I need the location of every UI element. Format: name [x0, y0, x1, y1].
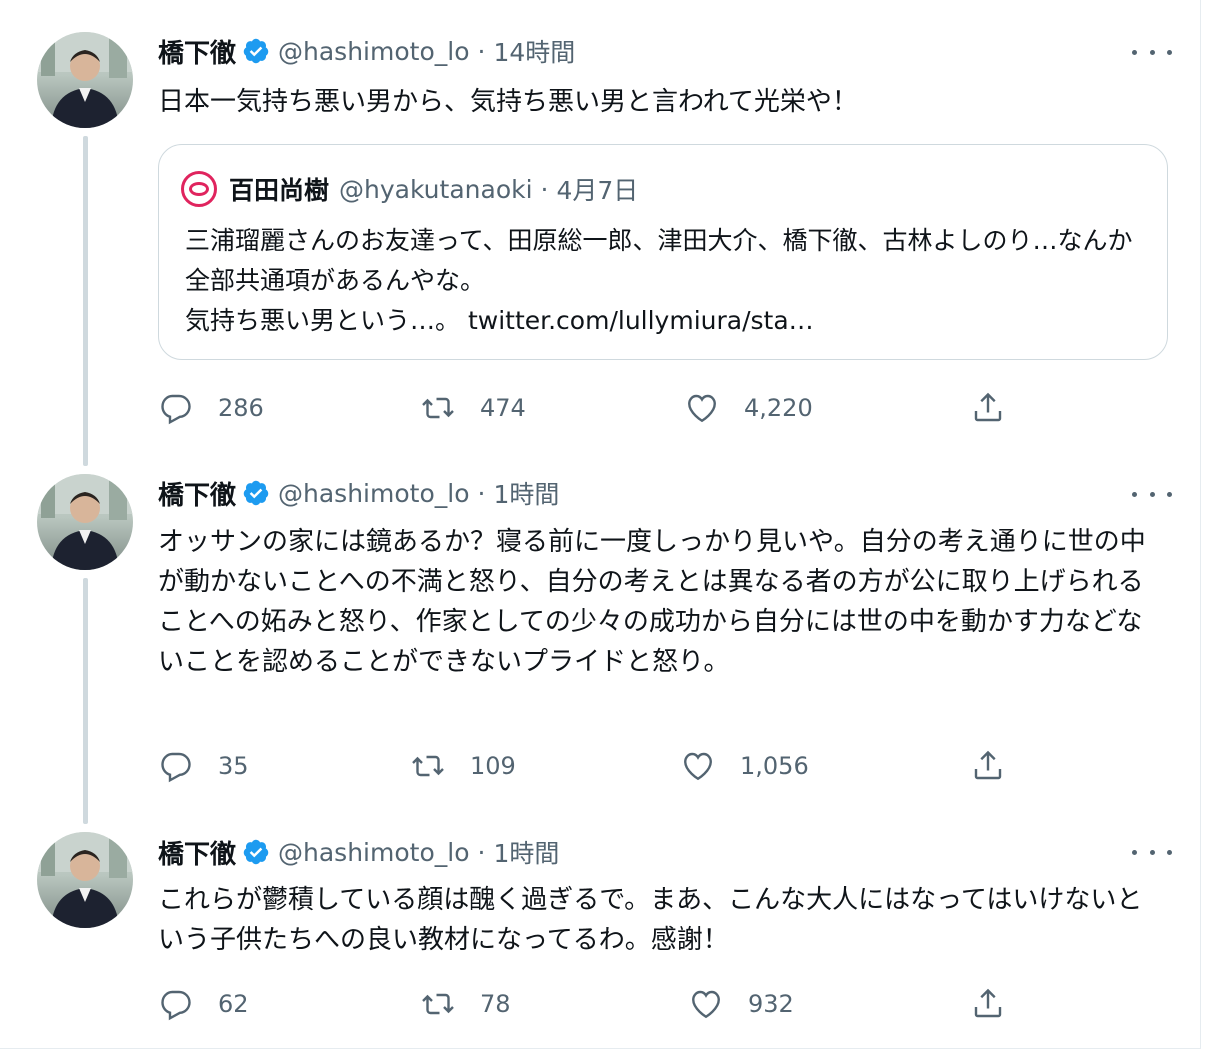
like-icon [688, 394, 716, 423]
share-icon [974, 392, 1002, 422]
author-handle[interactable]: @hashimoto_lo [278, 479, 469, 508]
author-handle[interactable]: @hashimoto_lo [278, 37, 469, 66]
more-icon[interactable] [1132, 842, 1172, 862]
separator: · [477, 837, 486, 867]
more-icon[interactable] [1132, 484, 1172, 504]
quote-avatar [181, 171, 217, 207]
share-button[interactable] [970, 984, 1006, 1024]
retweet-button[interactable]: 78 [420, 984, 511, 1024]
quoted-tweet[interactable]: 百田尚樹 @hyakutanaoki · 4月7日 三浦瑠麗さんのお友達って、田… [158, 144, 1168, 360]
author-name[interactable]: 橋下徹 [158, 834, 236, 871]
reply-icon [161, 394, 191, 425]
timestamp[interactable]: 1時間 [493, 834, 559, 870]
quote-author-handle: @hyakutanaoki [339, 174, 533, 204]
quote-text: 三浦瑠麗さんのお友達って、田原総一郎、津田大介、橋下徹、古林よしのり…なんか全部… [185, 226, 1133, 335]
tweet-text: これらが鬱積している顔は醜く過ぎるで。まあ、こんな大人にはなってはいけないという… [158, 885, 1143, 955]
like-count: 1,056 [740, 752, 809, 780]
tweet-actions: 286 474 4,220 [158, 388, 1018, 428]
quote-timestamp: 4月7日 [556, 176, 639, 205]
retweet-count: 78 [480, 990, 511, 1018]
like-count: 932 [748, 990, 794, 1018]
thread-line [83, 136, 88, 466]
retweet-button[interactable]: 474 [420, 388, 526, 428]
like-count: 4,220 [744, 394, 813, 422]
reply-count: 62 [218, 990, 249, 1018]
separator: · [477, 36, 486, 66]
quoted-tweet-header: 百田尚樹 @hyakutanaoki · 4月7日 [181, 171, 638, 207]
verified-badge-icon [243, 839, 269, 865]
tweet-header: 橋下徹 @hashimoto_lo · 1時間 [158, 473, 559, 513]
reply-icon [161, 990, 191, 1021]
like-button[interactable]: 932 [688, 984, 794, 1024]
author-handle[interactable]: @hashimoto_lo [278, 838, 469, 867]
tweet-actions: 35 109 1,056 [158, 746, 1018, 786]
avatar[interactable] [37, 32, 133, 128]
share-icon [974, 988, 1002, 1018]
like-icon [684, 752, 712, 781]
reply-button[interactable]: 286 [158, 388, 264, 428]
reply-count: 286 [218, 394, 264, 422]
share-button[interactable] [970, 388, 1006, 428]
tweet-header: 橋下徹 @hashimoto_lo · 14時間 [158, 31, 575, 71]
thread-line [83, 578, 88, 824]
author-name[interactable]: 橋下徹 [158, 33, 236, 70]
reply-button[interactable]: 35 [158, 746, 249, 786]
verified-badge-icon [243, 480, 269, 506]
like-button[interactable]: 4,220 [684, 388, 813, 428]
retweet-count: 474 [480, 394, 526, 422]
tweet-actions: 62 78 932 [158, 984, 1018, 1024]
tweet-header: 橋下徹 @hashimoto_lo · 1時間 [158, 832, 559, 872]
separator: · [540, 174, 549, 204]
separator: · [477, 478, 486, 508]
timestamp[interactable]: 1時間 [493, 475, 559, 511]
like-button[interactable]: 1,056 [680, 746, 809, 786]
timestamp[interactable]: 14時間 [493, 33, 575, 69]
retweet-button[interactable]: 109 [410, 746, 516, 786]
verified-badge-icon [243, 38, 269, 64]
avatar[interactable] [37, 474, 133, 570]
reply-button[interactable]: 62 [158, 984, 249, 1024]
author-name[interactable]: 橋下徹 [158, 475, 236, 512]
more-icon[interactable] [1132, 42, 1172, 62]
quote-author-name: 百田尚樹 [229, 176, 330, 205]
tweet-text: オッサンの家には鏡あるか？寝る前に一度しっかり見いや。自分の考え通りに世の中が動… [158, 527, 1146, 677]
share-icon [974, 750, 1002, 780]
like-icon [692, 990, 720, 1019]
share-button[interactable] [970, 746, 1006, 786]
retweet-count: 109 [470, 752, 516, 780]
reply-icon [161, 752, 191, 783]
retweet-icon [422, 397, 454, 419]
avatar[interactable] [37, 832, 133, 928]
reply-count: 35 [218, 752, 249, 780]
retweet-icon [412, 755, 444, 777]
tweet-text: 日本一気持ち悪い男から、気持ち悪い男と言われて光栄や！ [158, 87, 858, 117]
retweet-icon [422, 993, 454, 1015]
